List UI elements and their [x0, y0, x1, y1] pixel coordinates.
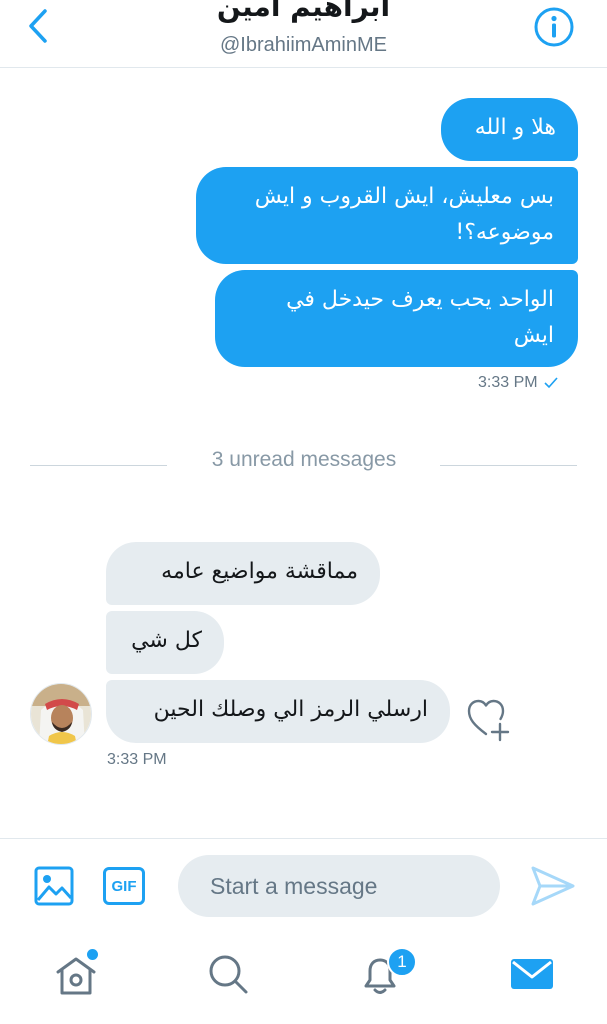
- received-timestamp: 3:33 PM: [107, 751, 167, 768]
- notifications-badge: 1: [387, 947, 417, 977]
- tab-messages[interactable]: [508, 950, 556, 998]
- image-icon: [34, 866, 74, 906]
- sent-message[interactable]: هلا و الله: [441, 98, 578, 161]
- avatar[interactable]: [30, 683, 92, 745]
- conversation-handle: @IbrahiimAminME: [219, 34, 387, 56]
- add-media-button[interactable]: [34, 866, 74, 906]
- divider-line-right: [440, 465, 577, 466]
- heart-plus-icon: [467, 699, 510, 742]
- send-button[interactable]: [530, 865, 576, 907]
- checkmark-icon: [544, 377, 558, 389]
- message-composer: GIF Start a message: [0, 838, 607, 932]
- conversation-header: ابراهيم امين @IbrahiimAminME: [0, 0, 607, 68]
- info-button[interactable]: [532, 5, 576, 49]
- tab-search[interactable]: [204, 950, 252, 998]
- conversation-title: ابراهيم امين: [216, 0, 391, 23]
- sent-message[interactable]: الواحد يحب يعرف حيدخل في ايش: [215, 270, 578, 367]
- received-message[interactable]: مماقشة مواضيع عامه: [106, 542, 380, 605]
- unread-divider-label: 3 unread messages: [211, 448, 397, 471]
- received-message[interactable]: كل شي: [106, 611, 224, 674]
- send-icon: [531, 866, 575, 906]
- sent-timestamp-row: 3:33 PM: [478, 374, 558, 392]
- received-message[interactable]: ارسلي الرمز الي وصلك الحين: [106, 680, 450, 743]
- home-new-dot: [87, 949, 98, 960]
- message-input[interactable]: Start a message: [178, 855, 500, 917]
- bottom-tab-bar: [0, 932, 607, 1024]
- sent-timestamp: 3:33 PM: [478, 374, 538, 391]
- search-icon: [209, 955, 248, 994]
- like-button[interactable]: [466, 696, 514, 742]
- gif-button[interactable]: GIF: [103, 867, 145, 905]
- info-icon: [534, 7, 574, 47]
- mail-icon: [511, 959, 553, 989]
- avatar-image: [31, 684, 91, 744]
- divider-line-left: [30, 465, 167, 466]
- sent-message[interactable]: بس معليش، ايش القروب و ايش موضوعه؟!: [196, 167, 578, 264]
